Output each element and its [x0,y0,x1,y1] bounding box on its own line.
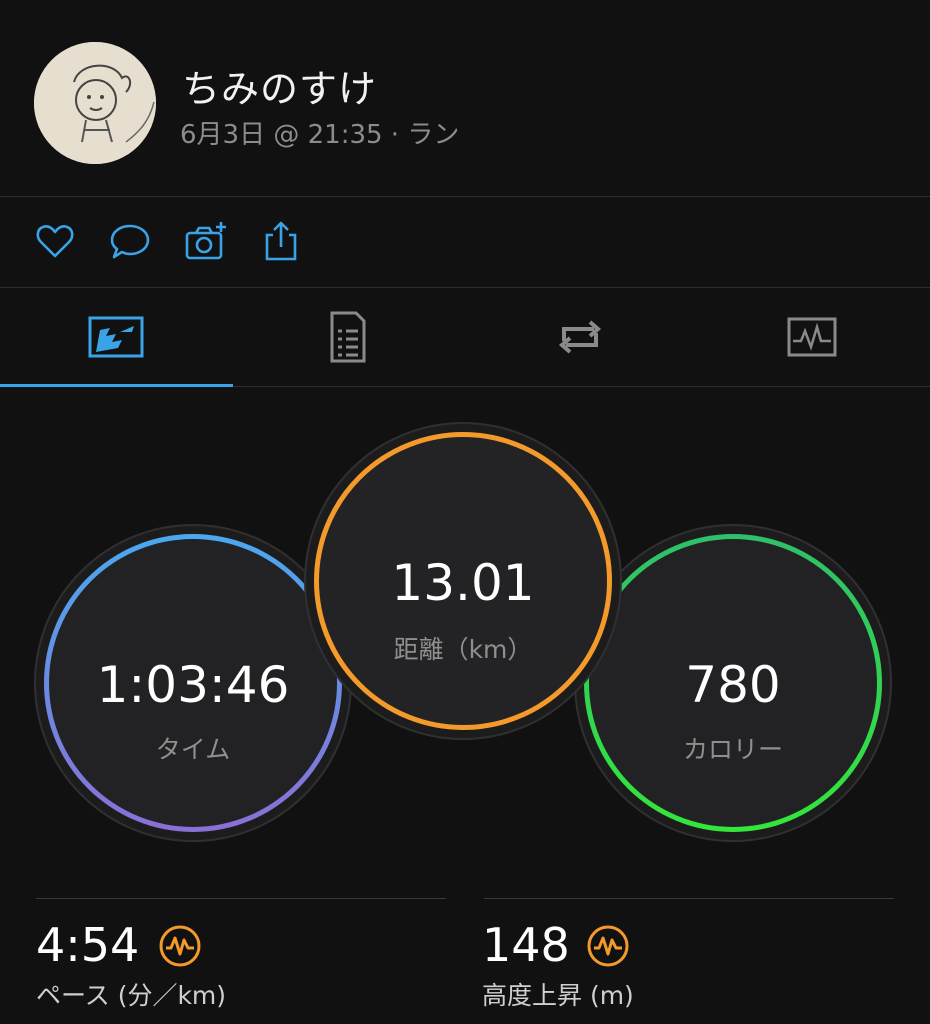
activity-meta: 6月3日 @ 21:35 · ラン [180,120,460,150]
heart-icon[interactable] [33,219,77,263]
active-tab-indicator [0,384,233,387]
tab-overview[interactable] [0,288,233,387]
pace-badge-icon[interactable] [158,924,202,968]
tab-bar [0,288,930,387]
elevation-label: 高度上昇 (m) [482,981,634,1010]
comment-icon[interactable] [108,219,152,263]
time-circle[interactable]: 1:03:46 タイム [44,534,342,832]
share-icon[interactable] [259,219,303,263]
distance-label: 距離（km） [393,635,533,664]
pace-label: ペース (分／km) [36,981,227,1010]
avatar-drawing-icon [34,42,156,164]
tab-details[interactable] [232,288,464,386]
calories-label: カロリー [682,735,783,764]
pace-value: 4:54 [36,918,140,972]
calories-value: 780 [685,656,781,714]
distance-value: 13.01 [391,554,535,612]
time-label: タイム [155,735,231,764]
avatar[interactable] [34,42,156,164]
tab-laps[interactable] [464,288,696,386]
action-bar [0,197,930,288]
camera-add-icon[interactable] [184,219,228,263]
activity-header: ちみのすけ 6月3日 @ 21:35 · ラン [0,0,930,197]
details-document-icon [330,311,366,363]
elevation-value: 148 [482,918,570,972]
tab-charts[interactable] [696,288,928,386]
time-value: 1:03:46 [96,656,290,714]
calories-circle[interactable]: 780 カロリー [584,534,882,832]
divider [484,898,894,899]
distance-circle[interactable]: 13.01 距離（km） [314,432,612,730]
overview-map-icon [88,316,144,358]
user-name[interactable]: ちみのすけ [182,58,377,113]
laps-loop-icon [558,320,602,354]
divider [36,898,446,899]
elevation-badge-icon[interactable] [586,924,630,968]
chart-graph-icon [787,317,837,357]
